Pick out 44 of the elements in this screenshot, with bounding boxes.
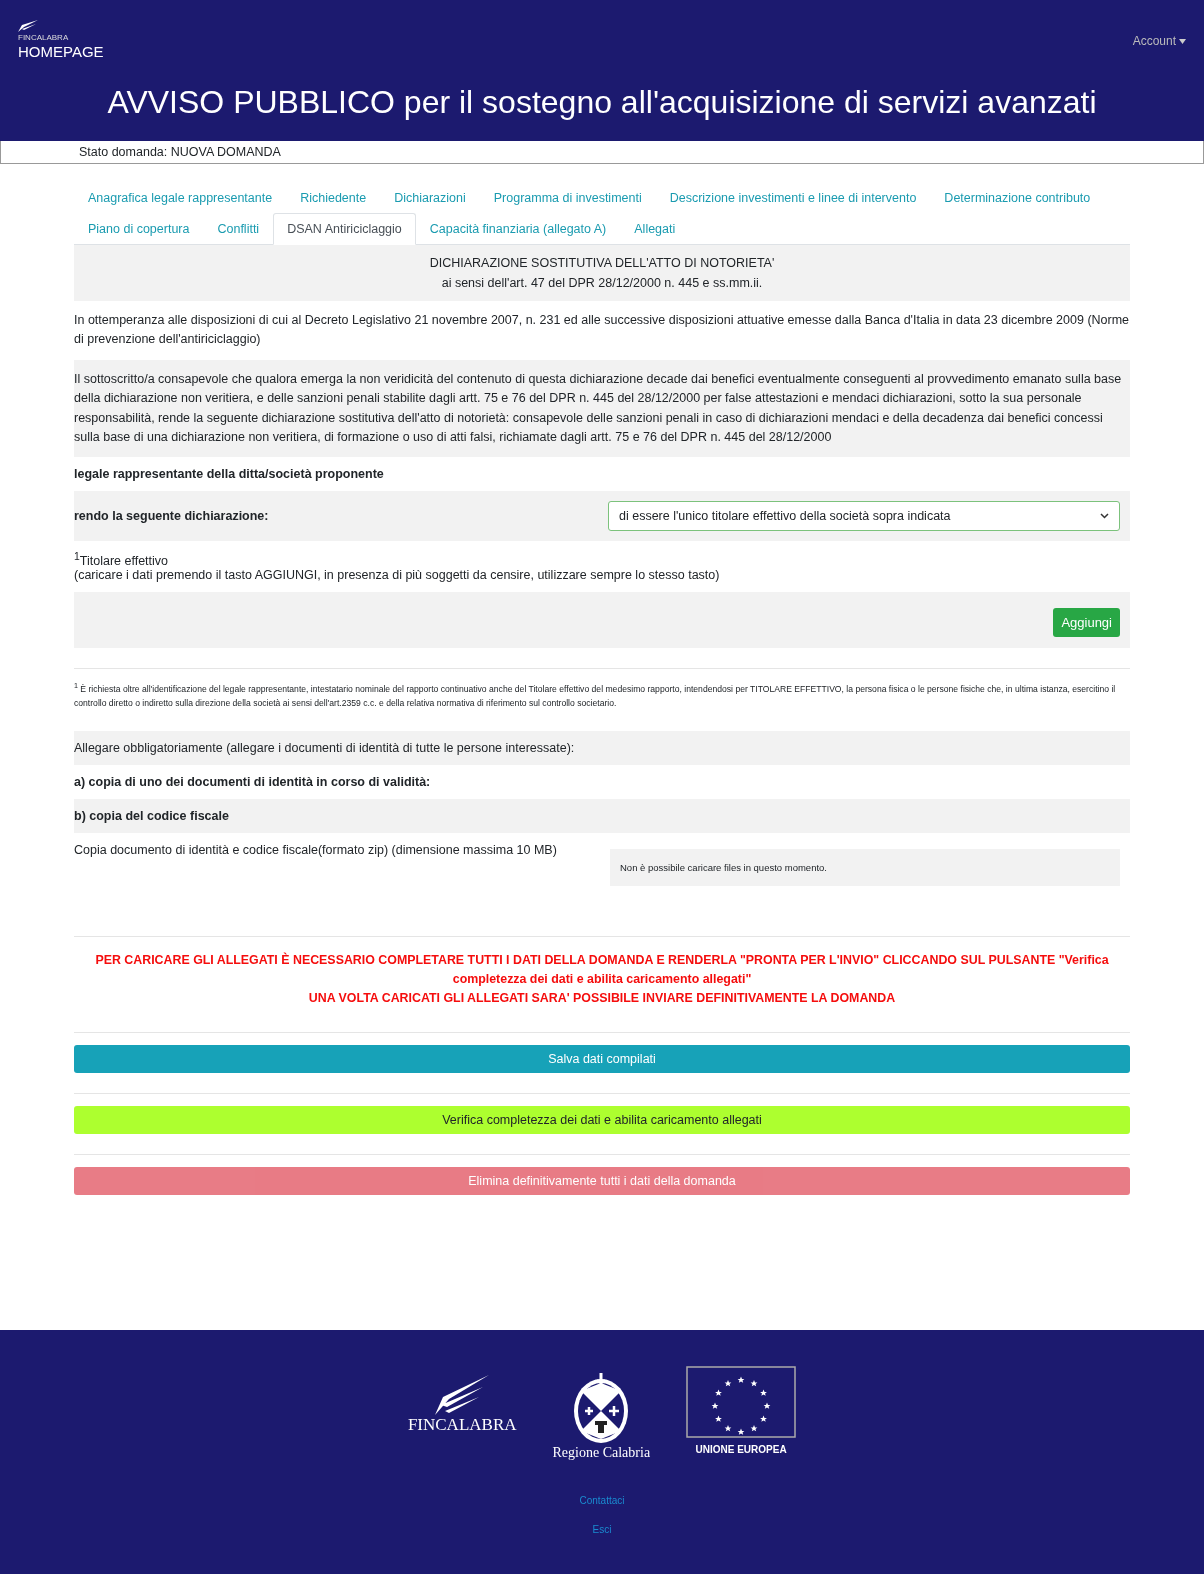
logo-text: FINCALABRA xyxy=(407,1415,517,1435)
action-button[interactable]: Salva dati compilati xyxy=(74,1045,1130,1074)
notice-text: PER CARICARE GLI ALLEGATI È NECESSARIO COMPLETARE TUTTI I DATI DELLA DOMANDA E RENDERLA "PRONTA PER L'INVIO" CLICCANDO SUL PULSANTE "Verifica completezza dei dati e abilita caricamento allegati" xyxy=(94,951,1110,988)
beneficial-owner-title: $^{1}$Titolare effettivo xyxy=(74,551,170,569)
tab[interactable]: Richiedente xyxy=(286,182,381,214)
beneficial-owner-note: (caricare i dati premendo il tasto AGGIUNGI, in presenza di più soggetti da censire, utilizzare sempre lo stesso tasto) xyxy=(74,568,721,583)
tab[interactable]: Dichiarazioni xyxy=(380,182,480,214)
notice-text: UNA VOLTA CARICATI GLI ALLEGATI SARA' POSSIBILE INVIARE DEFINITIVAMENTE LA DOMANDA xyxy=(307,990,897,1008)
tab[interactable]: DSAN Antiriciclaggio xyxy=(273,213,416,245)
page-title: AVVISO PUBBLICO per il sostegno all'acquisizione di servizi avanzati xyxy=(106,84,1098,121)
intro-text: In ottemperanza alle disposizioni di cui al Decreto Legislativo 21 novembre 2007, n. 231 ed alle successive disposizioni attuative emesse dalla Banca d'Italia in data 23 dicembre 2009 (Norme di prevenzione dell'antiriciclaggio) xyxy=(74,312,1130,349)
tab[interactable]: Descrizione investimenti e linee di intervento xyxy=(655,182,931,214)
footnote-text: $^{1}$ È richiesta oltre all'identificazione del legale rappresentante, intestatario nominale del rapporto continuativo anche del Titolare effettivo del medesimo rapporto, intendendosi per TITOLARE EFFETTIVO, la persona fisica o le persone fisiche che, in ultima istanza, esercitino il controllo diretto o indiretto sulla direzione della società ai sensi dell'art.2359 c.c. e della relativa normativa di riferimento sul controllo societario. xyxy=(74,681,1117,710)
tab[interactable]: Allegati xyxy=(620,213,690,245)
add-button[interactable]: Aggiungi xyxy=(1053,608,1120,638)
tab[interactable]: Programma di investimenti xyxy=(479,182,656,214)
attachments-instruction: Allegare obbligatoriamente (allegare i documenti di identità di tutte le persone interessate): xyxy=(74,740,575,755)
declaration-subtitle: ai sensi dell'art. 47 del DPR 28/12/2000 n. 445 e ss.mm.ii. xyxy=(440,275,764,292)
logo-text: Regione Calabria xyxy=(552,1445,651,1461)
footer-link[interactable]: Contattaci xyxy=(579,1495,625,1506)
tab[interactable]: Determinazione contributo xyxy=(930,182,1105,214)
attachment-requirement: a) copia di uno dei documenti di identità in corso di validità: xyxy=(74,774,431,789)
action-button[interactable]: Verifica completezza dei dati e abilita caricamento allegati xyxy=(74,1106,1130,1135)
logo-text: FINCALABRA xyxy=(18,33,70,42)
wing-logo-icon xyxy=(18,20,38,32)
upload-message: Non è possibile caricare files in questo momento. xyxy=(610,848,1120,886)
tab[interactable]: Anagrafica legale rappresentante xyxy=(74,182,287,214)
declaration-text: Il sottoscritto/a consapevole che qualora emerga la non veridicità del contenuto di questa dichiarazione decade dai benefici eventualmente conseguenti al provvedimento emanato sulla base della dichiarazione non veritiera, e delle sanzioni penali stabilite dagli artt. 75 e 76 del DPR n. 445 del 28/12/2000 per false attestazioni e mendaci dichiarazioni, sotto la sua personale responsabilità, rende la seguente dichiarazione sostitutiva dell'atto di notorietà: consapevole delle sanzioni penali in caso di dichiarazioni mendaci e della decadenza dai benefici concessi sulla base di una dichiarazione non veritiera, di formazione o uso di atti falsi, richiamate dagli artt. 75 e 76 del DPR n. 445 del 28/12/2000 xyxy=(74,370,1123,446)
application-status: Stato domanda: NUOVA DOMANDA xyxy=(0,141,1204,164)
declaration-select-label: rendo la seguente dichiarazione: xyxy=(74,509,269,524)
upload-label: Copia documento di identità e codice fiscale(formato zip) (dimensione massima 10 MB) xyxy=(74,842,557,859)
tab[interactable]: Piano di copertura xyxy=(74,213,204,245)
footer-link[interactable]: Esci xyxy=(592,1524,612,1535)
tab[interactable]: Conflitti xyxy=(203,213,274,245)
legal-representative-label: legale rappresentante della ditta/società proponente xyxy=(74,467,384,482)
tab[interactable]: Capacità finanziaria (allegato A) xyxy=(415,213,621,245)
logo-text: UNIONE EUROPEA xyxy=(695,1444,787,1455)
declaration-select[interactable]: di essere l'unico titolare effettivo della società sopra indicata xyxy=(608,501,1120,532)
caret-icon xyxy=(1179,38,1186,44)
attachment-requirement: b) copia del codice fiscale xyxy=(74,808,229,823)
chevron-down-icon xyxy=(1100,513,1109,520)
account-menu[interactable]: Account xyxy=(1132,34,1186,48)
declaration-title: DICHIARAZIONE SOSTITUTIVA DELL'ATTO DI NOTORIETA' xyxy=(428,255,776,272)
homepage-link[interactable]: HOMEPAGE xyxy=(18,43,104,60)
